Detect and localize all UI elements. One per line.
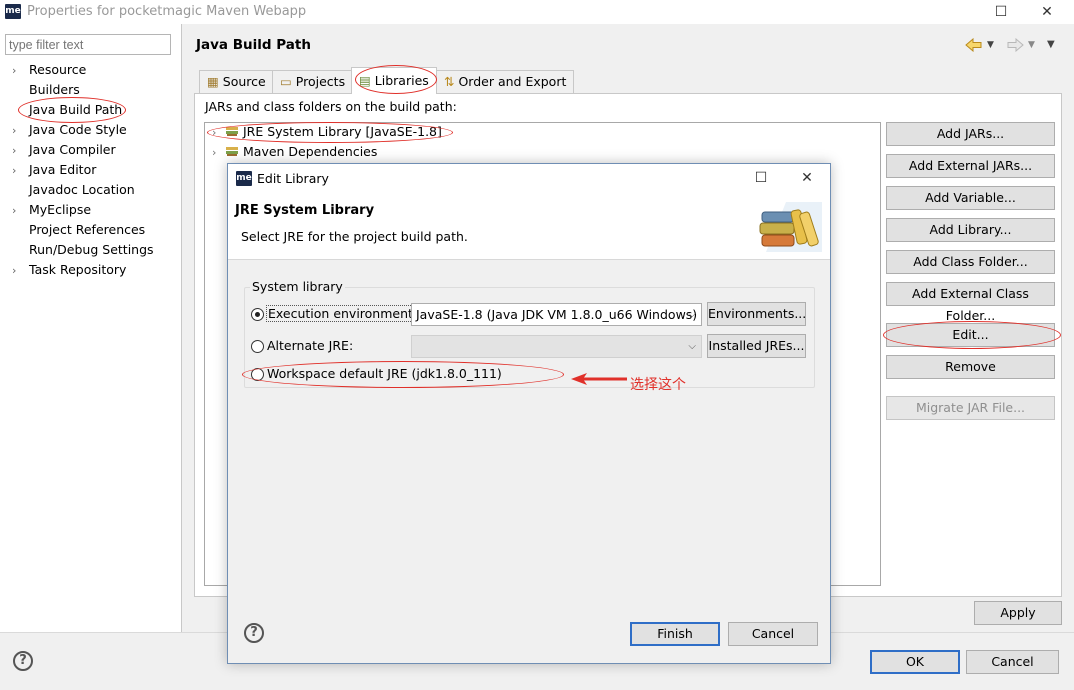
group-title: System library bbox=[250, 279, 345, 294]
chevron-down-icon: ⌵ bbox=[688, 341, 696, 352]
dialog-help-icon[interactable]: ? bbox=[244, 623, 264, 643]
apply-button[interactable]: Apply bbox=[974, 601, 1062, 625]
source-folder-icon: ▦ bbox=[207, 74, 219, 89]
list-item[interactable]: › Maven Dependencies bbox=[212, 143, 377, 161]
sidebar-item-builders[interactable]: Builders bbox=[12, 80, 80, 100]
add-external-jars-button[interactable]: Add External JARs... bbox=[886, 154, 1055, 178]
close-icon[interactable]: ✕ bbox=[1037, 3, 1057, 21]
remove-button[interactable]: Remove bbox=[886, 355, 1055, 379]
maximize-icon[interactable]: ☐ bbox=[991, 3, 1011, 21]
workspace-default-jre-label: Workspace default JRE (jdk1.8.0_111) bbox=[267, 366, 502, 381]
sidebar-item-project-references[interactable]: Project References bbox=[12, 220, 145, 240]
list-item-label: JRE System Library [JavaSE-1.8] bbox=[243, 124, 442, 139]
dialog-heading: JRE System Library bbox=[235, 203, 375, 218]
migrate-jar-file-button[interactable]: Migrate JAR File... bbox=[886, 396, 1055, 420]
sidebar-item-myeclipse[interactable]: › MyEclipse bbox=[12, 200, 91, 220]
chevron-right-icon[interactable]: › bbox=[12, 161, 29, 181]
tab-label: Projects bbox=[295, 74, 346, 89]
execution-environment-label: Execution environment: bbox=[266, 305, 420, 322]
annotation-text: 选择这个 bbox=[630, 377, 686, 393]
finish-button[interactable]: Finish bbox=[630, 622, 720, 646]
sidebar-item-label: MyEclipse bbox=[29, 202, 92, 217]
library-books-icon bbox=[759, 202, 822, 252]
dialog-cancel-button[interactable]: Cancel bbox=[728, 622, 818, 646]
view-menu-icon[interactable]: ▼ bbox=[1047, 39, 1055, 57]
select-value: JavaSE-1.8 (Java JDK VM 1.8.0_u66 Window… bbox=[416, 307, 698, 322]
sidebar-item-java-build-path[interactable]: Java Build Path bbox=[12, 100, 122, 120]
dialog-close-icon[interactable]: ✕ bbox=[797, 169, 817, 187]
sidebar-item-label: Run/Debug Settings bbox=[29, 242, 154, 257]
add-variable-button[interactable]: Add Variable... bbox=[886, 186, 1055, 210]
forward-arrow-icon[interactable] bbox=[1006, 38, 1024, 52]
sidebar-item-label: Java Code Style bbox=[29, 122, 127, 137]
chevron-down-icon: ⌵ bbox=[688, 309, 696, 320]
sidebar-item-label: Project References bbox=[29, 222, 146, 237]
order-export-icon: ⇅ bbox=[444, 74, 455, 89]
tab-source[interactable]: ▦ Source bbox=[199, 70, 274, 93]
tab-projects[interactable]: ▭ Projects bbox=[272, 70, 354, 93]
tab-label: Libraries bbox=[374, 73, 429, 88]
chevron-right-icon[interactable]: › bbox=[12, 141, 29, 161]
forward-dropdown-icon[interactable]: ▼ bbox=[1028, 40, 1035, 58]
list-item[interactable]: › JRE System Library [JavaSE-1.8] bbox=[212, 123, 442, 141]
libraries-icon: ▤ bbox=[359, 73, 371, 88]
workspace-default-jre-radio[interactable] bbox=[251, 368, 264, 381]
execution-environment-radio[interactable] bbox=[251, 308, 264, 321]
help-icon[interactable]: ? bbox=[13, 651, 33, 671]
sidebar-item-javadoc-location[interactable]: Javadoc Location bbox=[12, 180, 135, 200]
sidebar-item-label: Java Compiler bbox=[29, 142, 116, 157]
sidebar-item-java-editor[interactable]: › Java Editor bbox=[12, 160, 96, 180]
sidebar-item-label: Javadoc Location bbox=[29, 182, 135, 197]
jars-label: JARs and class folders on the build path… bbox=[205, 99, 457, 114]
sidebar-item-label: Builders bbox=[29, 82, 80, 97]
page-title: Java Build Path bbox=[196, 37, 311, 53]
cancel-button[interactable]: Cancel bbox=[966, 650, 1059, 674]
alternate-jre-select[interactable]: ⌵ bbox=[411, 335, 702, 358]
back-arrow-icon[interactable] bbox=[965, 38, 983, 52]
sidebar-item-label: Resource bbox=[29, 62, 87, 77]
sidebar-item-task-repository[interactable]: › Task Repository bbox=[12, 260, 126, 280]
sidebar-item-label: Java Build Path bbox=[29, 102, 123, 117]
environments-button[interactable]: Environments... bbox=[707, 302, 806, 326]
edit-button[interactable]: Edit... bbox=[886, 323, 1055, 347]
chevron-right-icon[interactable]: › bbox=[12, 61, 29, 81]
chevron-right-icon[interactable]: › bbox=[12, 121, 29, 141]
add-external-class-folder-button[interactable]: Add External Class Folder... bbox=[886, 282, 1055, 323]
dialog-title: Edit Library bbox=[257, 171, 329, 186]
tab-label: Order and Export bbox=[458, 74, 567, 89]
window-title: Properties for pocketmagic Maven Webapp bbox=[27, 4, 307, 19]
installed-jres-button[interactable]: Installed JREs... bbox=[707, 334, 806, 358]
chevron-right-icon[interactable]: › bbox=[12, 261, 29, 281]
projects-folder-icon: ▭ bbox=[280, 74, 292, 89]
dialog-app-icon: me bbox=[236, 171, 252, 186]
dialog-maximize-icon[interactable]: ☐ bbox=[751, 169, 771, 187]
list-item-label: Maven Dependencies bbox=[243, 144, 378, 159]
dialog-description: Select JRE for the project build path. bbox=[241, 229, 468, 244]
sidebar-item-label: Task Repository bbox=[29, 262, 127, 277]
filter-input[interactable] bbox=[5, 34, 171, 55]
execution-environment-select[interactable]: JavaSE-1.8 (Java JDK VM 1.8.0_u66 Window… bbox=[411, 303, 702, 326]
sidebar-item-java-code-style[interactable]: › Java Code Style bbox=[12, 120, 127, 140]
chevron-right-icon[interactable]: › bbox=[12, 201, 29, 221]
tab-order-and-export[interactable]: ⇅ Order and Export bbox=[436, 70, 575, 93]
chevron-right-icon[interactable]: › bbox=[212, 124, 225, 142]
chevron-right-icon[interactable]: › bbox=[212, 144, 225, 162]
alternate-jre-label: Alternate JRE: bbox=[267, 338, 354, 353]
add-library-button[interactable]: Add Library... bbox=[886, 218, 1055, 242]
sidebar-item-label: Java Editor bbox=[29, 162, 97, 177]
ok-button[interactable]: OK bbox=[870, 650, 960, 674]
annotation-arrow-icon bbox=[571, 373, 627, 385]
add-class-folder-button[interactable]: Add Class Folder... bbox=[886, 250, 1055, 274]
app-icon: me bbox=[5, 4, 21, 19]
tab-libraries[interactable]: ▤ Libraries bbox=[351, 67, 437, 94]
add-jars-button[interactable]: Add JARs... bbox=[886, 122, 1055, 146]
back-dropdown-icon[interactable]: ▼ bbox=[987, 40, 994, 58]
alternate-jre-radio[interactable] bbox=[251, 340, 264, 353]
sidebar-item-run-debug-settings[interactable]: Run/Debug Settings bbox=[12, 240, 154, 260]
library-icon bbox=[226, 147, 238, 156]
library-icon bbox=[226, 127, 238, 136]
sidebar-item-resource[interactable]: › Resource bbox=[12, 60, 86, 80]
tab-label: Source bbox=[222, 74, 266, 89]
sidebar-item-java-compiler[interactable]: › Java Compiler bbox=[12, 140, 116, 160]
